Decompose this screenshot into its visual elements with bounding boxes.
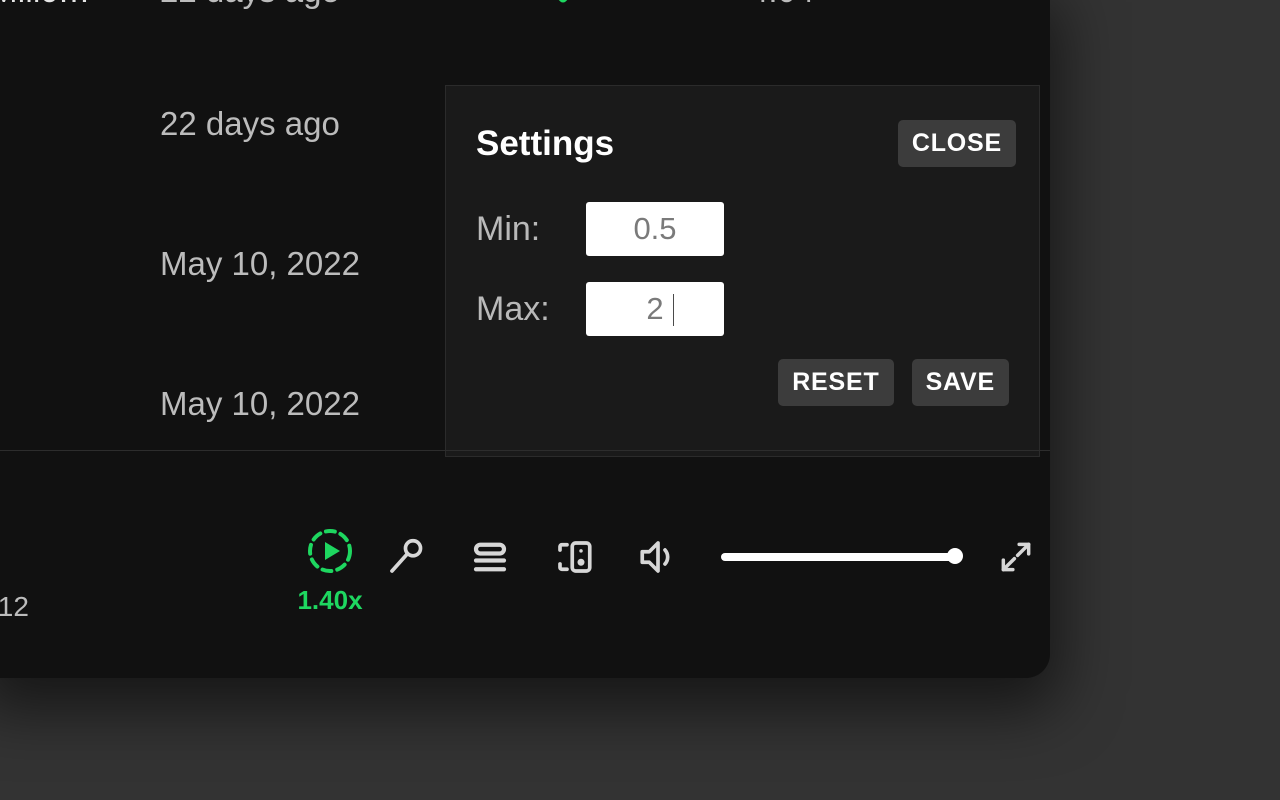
- settings-popover: Settings CLOSE Min: Max: RESET SAVE: [445, 85, 1040, 457]
- track-date: May 10, 2022: [160, 245, 360, 283]
- track-date: 22 days ago: [160, 0, 340, 10]
- min-field: Min:: [476, 202, 724, 256]
- max-field: Max:: [476, 282, 724, 336]
- track-row-partial: Milic… 22 days ago 4.04: [0, 0, 1050, 8]
- reset-button[interactable]: RESET: [778, 359, 893, 406]
- close-button[interactable]: CLOSE: [898, 120, 1016, 167]
- playback-speed-icon: [306, 527, 354, 575]
- track-date: May 10, 2022: [160, 385, 360, 423]
- now-playing-indicator-icon: [542, 0, 584, 4]
- fullscreen-icon[interactable]: [997, 538, 1035, 576]
- save-button[interactable]: SAVE: [912, 359, 1009, 406]
- max-input[interactable]: [586, 282, 724, 336]
- min-input[interactable]: [586, 202, 724, 256]
- volume-icon[interactable]: [637, 536, 679, 578]
- settings-title: Settings: [476, 124, 614, 164]
- playback-speed-control[interactable]: 1.40x: [302, 527, 358, 616]
- volume-handle-icon: [947, 548, 963, 564]
- track-title: Milic…: [0, 0, 91, 10]
- queue-icon[interactable]: [469, 536, 511, 578]
- min-label: Min:: [476, 210, 586, 249]
- text-caret-icon: [673, 294, 675, 326]
- track-date: 22 days ago: [160, 105, 340, 143]
- volume-slider[interactable]: [721, 553, 955, 561]
- app-window: Milic… 22 days ago 4.04 22 days ago May …: [0, 0, 1050, 678]
- connect-device-icon[interactable]: [553, 536, 595, 578]
- max-label: Max:: [476, 290, 586, 329]
- elapsed-time: :12: [0, 591, 29, 623]
- playback-speed-label: 1.40x: [297, 585, 362, 616]
- track-duration: 4.04: [750, 0, 814, 10]
- microphone-icon[interactable]: [385, 536, 427, 578]
- player-bar: :12 1.40x: [0, 450, 1050, 676]
